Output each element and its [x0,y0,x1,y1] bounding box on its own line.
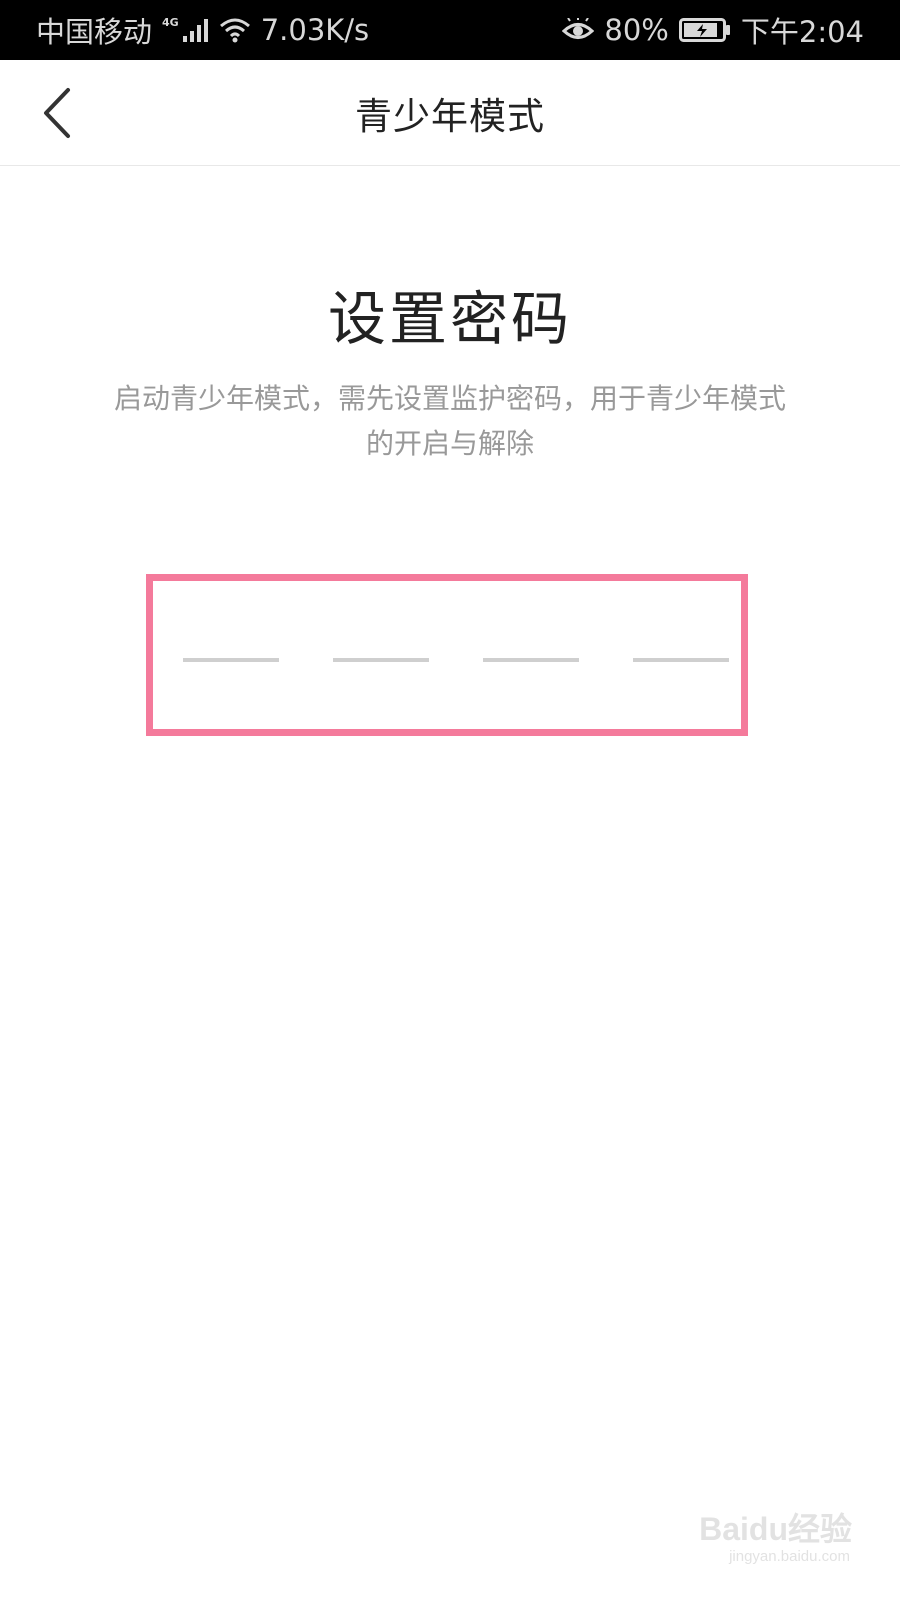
password-slot-1[interactable] [183,658,279,662]
eye-comfort-icon [562,18,595,42]
password-input[interactable] [146,574,748,736]
network-type-label: 4G [162,15,179,29]
network-speed-label: 7.03K/s [260,13,370,47]
wifi-icon [219,17,251,43]
status-bar: 中国移动 4G 7.03K/s 80% 下午2:04 [0,0,900,60]
carrier-label: 中国移动 [36,15,153,49]
password-slot-3[interactable] [483,658,579,662]
password-slot-4[interactable] [633,658,729,662]
chevron-left-icon [44,88,70,138]
nav-bar: 青少年模式 [0,60,900,166]
page-title: 设置密码 [327,285,572,353]
signal-icon [182,18,209,42]
clock-label: 下午2:04 [740,15,864,49]
status-bar-right: 80% 下午2:04 [562,9,864,51]
watermark-url: jingyan.baidu.com [729,1548,850,1565]
watermark-brand: Baidu经验 [699,1511,852,1547]
nav-title: 青少年模式 [355,95,545,138]
back-button[interactable] [22,78,92,148]
status-bar-left: 中国移动 4G 7.03K/s [36,9,369,51]
description-text: 启动青少年模式，需先设置监护密码，用于青少年模式的开启与解除 [113,382,786,460]
password-slot-2[interactable] [333,658,429,662]
battery-percent-label: 80% [604,13,669,47]
battery-charging-icon [678,17,731,43]
watermark: Baidu经验 jingyan.baidu.com [682,1498,852,1578]
